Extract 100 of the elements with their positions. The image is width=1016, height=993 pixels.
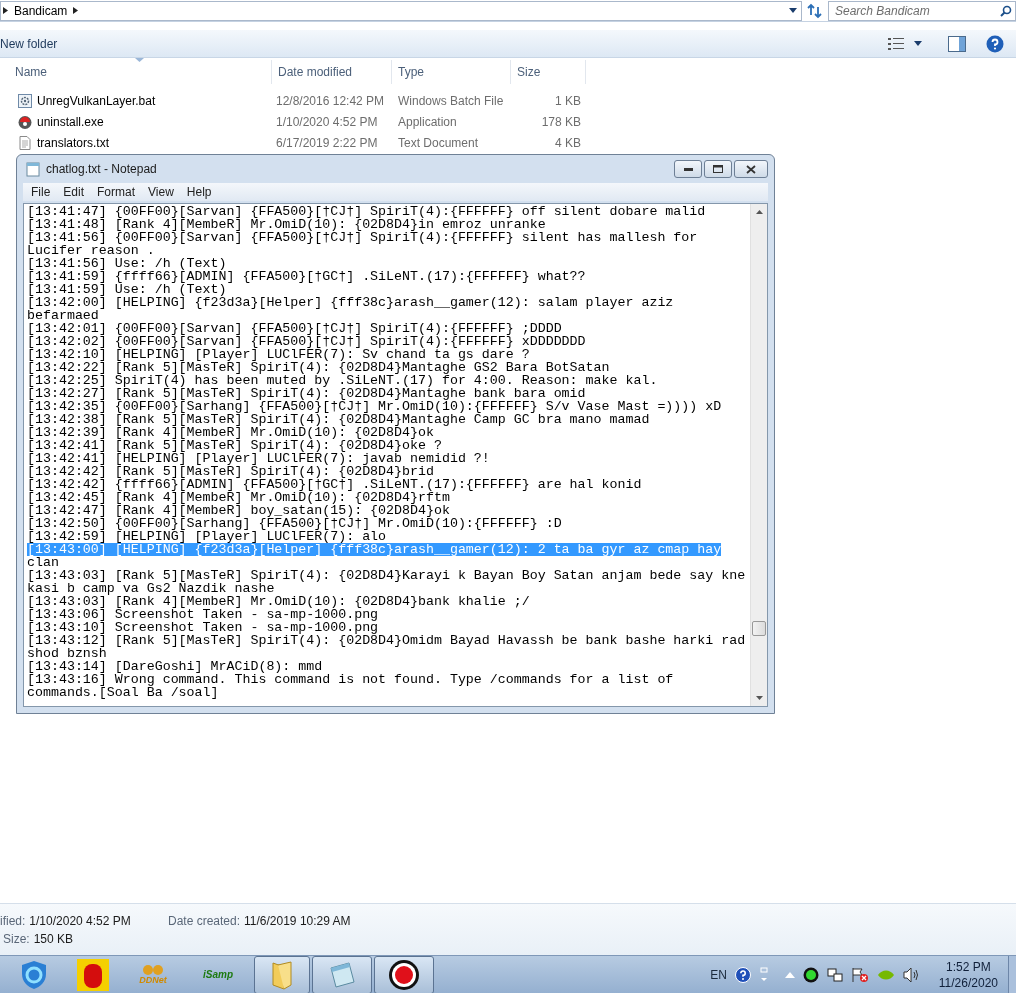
log-line: [13:42:45] [Rank 4][MembeR] Mr.OmiD(10): {02D8D4}rftm <box>27 491 450 504</box>
shield-icon <box>20 959 48 990</box>
detail-value: 150 KB <box>33 931 74 948</box>
file-name: translators.txt <box>37 135 110 152</box>
menu-item[interactable]: Format <box>97 183 136 201</box>
close-icon <box>746 164 756 174</box>
log-line: [13:42:35] {00FF00}[Sarhang] {FFA500}[†CJ†] Mr.OmiD(10):{FFFFFF} S/v Vase Mast =)))) xD <box>27 400 722 413</box>
log-line: [13:41:59] {ffff66}[ADMIN] {FFA500}[†GC†] .SiLeNT.(17):{FFFFFF} what?? <box>27 270 586 283</box>
preview-pane-icon[interactable] <box>948 35 966 52</box>
help-icon[interactable] <box>986 34 1004 53</box>
file-size: 1 KB <box>555 94 581 108</box>
log-line: [13:42:02] {00FF00}[Sarvan] {FFA500}[†CJ†] SpiriT(4):{FFFFFF} xDDDDDDD <box>27 335 586 348</box>
file-date: 1/10/2020 4:52 PM <box>276 115 378 129</box>
log-line: [13:43:14] [DareGoshi] MrACiD(8): mmd <box>27 660 323 673</box>
scrollbar-thumb[interactable] <box>752 621 766 636</box>
close-button[interactable] <box>734 160 768 178</box>
column-header[interactable]: Date modified <box>272 60 392 84</box>
log-line: [13:41:47] {00FF00}[Sarvan] {FFA500}[†CJ†] SpiriT(4):{FFFFFF} off silent dobare malid <box>27 205 706 218</box>
caret-icon[interactable] <box>914 41 922 46</box>
refresh-icon[interactable] <box>806 1 824 20</box>
new-folder-button[interactable]: New folder <box>0 34 58 53</box>
log-line: [13:42:27] [Rank 5][MasTeR] SpiriT(4): {02D8D4}Mantaghe bank bara omid <box>27 387 586 400</box>
document-icon <box>17 135 33 151</box>
log-line: [13:43:06] Screenshot Taken - sa-mp-1000.png <box>27 608 379 621</box>
detail-label: Date created: <box>168 913 241 930</box>
volume-icon[interactable] <box>902 966 921 983</box>
menu-item[interactable]: View <box>148 183 174 201</box>
file-size: 178 KB <box>541 115 581 129</box>
log-line: [13:42:50] {00FF00}[Sarhang] {FFA500}[†CJ†] Mr.OmiD(10):{FFFFFF} :D <box>27 517 562 530</box>
log-line: [13:42:42] {ffff66}[ADMIN] {FFA500}[†GC†] .SiLeNT.(17):{FFFFFF} are hal konid <box>27 478 642 491</box>
log-line: [13:42:41] [HELPING] [Player] LUClFER(7): javab nemidid ?! <box>27 452 490 465</box>
log-line: [13:42:39] [Rank 4][MembeR] Mr.OmiD(10): {02D8D4}ok <box>27 426 434 439</box>
column-header[interactable]: Name <box>0 60 272 84</box>
menu-item[interactable]: File <box>31 183 51 201</box>
game-icon <box>77 958 109 991</box>
menu-item[interactable]: Edit <box>63 183 85 201</box>
taskbar-button[interactable] <box>374 955 434 993</box>
log-line: [13:42:01] {00FF00}[Sarvan] {FFA500}[†CJ†] SpiriT(4):{FFFFFF} ;DDDD <box>27 322 562 335</box>
paw-icon <box>142 964 164 976</box>
status-icon[interactable] <box>802 966 819 983</box>
down-arrow-icon <box>755 696 763 700</box>
file-row[interactable]: translators.txt 6/17/2019 2:22 PM Text Document 4 KB <box>0 133 1016 153</box>
network-icon[interactable] <box>826 966 843 983</box>
column-header[interactable]: Size <box>511 60 586 84</box>
log-line: [13:41:56] Use: /h (Text) <box>27 257 227 270</box>
app-icon <box>17 114 33 130</box>
file-date: 12/8/2016 12:42 PM <box>276 94 385 108</box>
chevron-icon <box>73 7 79 14</box>
log-line: [13:42:00] [HELPING] {f23d3a}[Helper] {fff38c}arash__gamer(12): salam player aziz befarmaed <box>27 296 675 322</box>
file-name: UnregVulkanLayer.bat <box>37 93 156 110</box>
file-row[interactable]: UnregVulkanLayer.bat 12/8/2016 12:42 PM Windows Batch File 1 KB <box>0 91 1016 111</box>
log-line: [13:42:47] [Rank 4][MembeR] boy_satan(15): {02D8D4}ok <box>27 504 450 517</box>
folder-icon <box>270 958 294 991</box>
log-line: [13:42:10] [HELPING] [Player] LUClFER(7): Sv chand ta gs dare ? <box>27 348 530 361</box>
language-indicator[interactable]: EN <box>710 965 727 984</box>
search-icon <box>1000 4 1012 17</box>
scrollbar[interactable] <box>750 204 767 706</box>
log-line: [13:42:42] [Rank 5][MasTeR] SpiriT(4): {02D8D4}brid <box>27 465 434 478</box>
file-type: Text Document <box>398 136 479 150</box>
minimize-button[interactable] <box>674 160 702 178</box>
log-line: [13:43:03] [Rank 5][MasTeR] SpiriT(4): {02D8D4}Karayi k Bayan Boy Satan anjam bede say kne kasi b camp va Gs2 Nazdik nashe <box>27 569 747 595</box>
window-title: chatlog.txt - Notepad <box>46 161 157 178</box>
notepad-icon <box>26 161 40 177</box>
clock[interactable]: 1:52 PM 11/26/2020 <box>938 958 998 991</box>
up-arrow-icon <box>755 210 763 214</box>
file-size: 4 KB <box>555 136 581 150</box>
minimize-icon <box>683 167 693 171</box>
flag-icon[interactable] <box>850 966 869 983</box>
search-field[interactable]: Search Bandicam <box>828 0 1016 21</box>
log-line: [13:43:16] Wrong command. This command is not found. Type /commands for a list of commands.[Soal Ba /soal] <box>27 673 675 699</box>
maximize-icon <box>713 165 723 173</box>
detail-label: Size: <box>3 931 30 948</box>
gear-file-icon <box>17 93 33 109</box>
log-line: [13:42:25] SpiriT(4) has been muted by .SiLeNT.(17) for 4:00. Reason: make kal. <box>27 374 658 387</box>
file-name: uninstall.exe <box>37 114 104 131</box>
chevron-icon <box>3 7 8 14</box>
log-line: [13:42:38] [Rank 5][MasTeR] SpiriT(4): {02D8D4}Mantaghe Camp GC bra mano mamad <box>27 413 650 426</box>
file-type: Application <box>398 115 457 129</box>
log-line: [13:42:59] [HELPING] [Player] LUClFER(7): alo <box>27 530 387 543</box>
dropdown-icon[interactable] <box>789 8 797 13</box>
maximize-button[interactable] <box>704 160 732 178</box>
detail-value: 1/10/2020 4:52 PM <box>29 913 131 930</box>
column-header[interactable]: Type <box>392 60 511 84</box>
detail-value: 11/6/2019 10:29 AM <box>244 913 351 930</box>
log-line: [13:42:22] [Rank 5][MasTeR] SpiriT(4): {02D8D4}Mantaghe GS2 Bara BotSatan <box>27 361 610 374</box>
log-line: [13:41:48] [Rank 4][MembeR] Mr.OmiD(10): {02D8D4}in emroz unranke <box>27 218 546 231</box>
log-line: [13:43:03] [Rank 4][MembeR] Mr.OmiD(10): {02D8D4}bank khalie ;/ <box>27 595 530 608</box>
log-line: clan <box>27 556 59 569</box>
file-row[interactable]: uninstall.exe 1/10/2020 4:52 PM Application 178 KB <box>0 112 1016 132</box>
help-icon[interactable] <box>734 966 751 983</box>
file-type: Windows Batch File <box>398 94 504 108</box>
menu-item[interactable]: Help <box>186 183 212 201</box>
log-line: [13:43:12] [Rank 5][MasTeR] SpiriT(4): {02D8D4}Omidm Bayad Havassh be bank bashe harki rad shod bznsh <box>27 634 747 660</box>
log-line: [13:41:59] Use: /h (Text) <box>27 283 227 296</box>
view-options-icon[interactable] <box>888 37 904 50</box>
log-line: [13:41:56] {00FF00}[Sarvan] {FFA500}[†CJ†] SpiriT(4):{FFFFFF} silent has mallesh for Lucifer reason . <box>27 231 699 257</box>
log-line: [13:43:10] Screenshot Taken - sa-mp-1000.png <box>27 621 379 634</box>
log-line: [13:42:41] [Rank 5][MasTeR] SpiriT(4): {02D8D4}oke ? <box>27 439 442 452</box>
detail-label: ified: <box>0 913 26 930</box>
breadcrumb-item[interactable]: Bandicam <box>14 1 68 20</box>
